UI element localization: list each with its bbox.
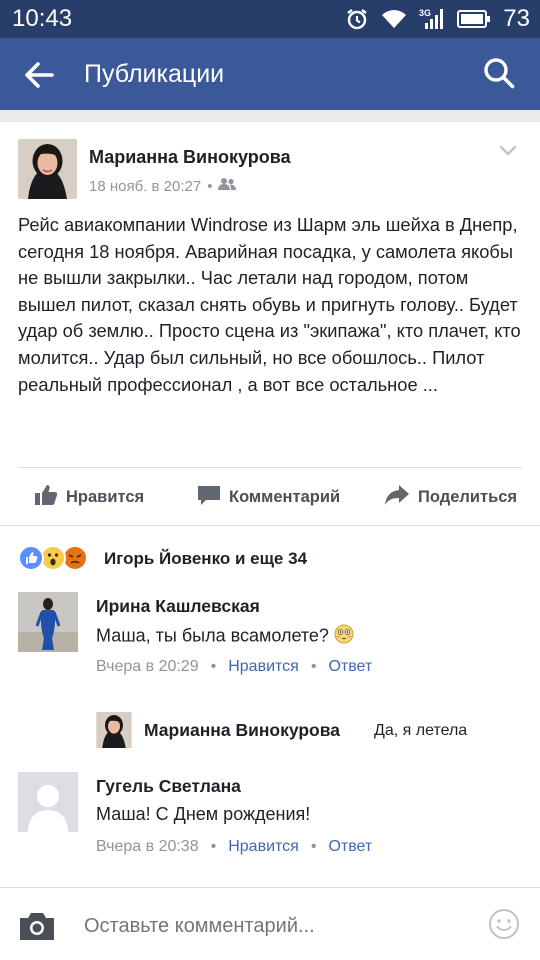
divider (0, 525, 540, 526)
comment-input[interactable] (84, 910, 464, 942)
meta-dot: • (310, 838, 317, 855)
reply-author[interactable]: Марианна Винокурова (144, 720, 340, 741)
chevron-down-icon[interactable] (498, 142, 518, 158)
smiley-icon[interactable] (488, 908, 520, 940)
reactions-names: Игорь Йовенко и еще 34 (104, 549, 308, 568)
commenter-avatar[interactable] (18, 772, 78, 832)
comment-reply-link[interactable]: Ответ (328, 838, 372, 856)
comment-bubble-icon (197, 484, 221, 511)
comment-text-content: Маша, ты была всамолете? (96, 625, 329, 646)
reply-item: Марианна Винокурова Да, я летела (96, 712, 526, 748)
comment-item: Гугель Светлана Маша! С Днем рождения! В… (18, 772, 522, 872)
comment-meta: Вчера в 20:29 • Нравится • Ответ (96, 658, 372, 676)
commenter-avatar[interactable] (18, 592, 78, 652)
divider (18, 467, 522, 468)
author-avatar[interactable] (18, 139, 77, 199)
comment-button[interactable]: Комментарий (197, 477, 340, 517)
commenter-name[interactable]: Гугель Светлана (96, 776, 241, 797)
post-timestamp[interactable]: 18 нояб. в 20:27 (89, 178, 201, 195)
like-reaction-icon (18, 545, 44, 571)
svg-text:3G: 3G (419, 8, 431, 18)
status-time: 10:43 (12, 5, 73, 32)
flushed-emoji-icon (334, 624, 354, 649)
reaction-icons (18, 545, 94, 573)
comment-composer (0, 887, 540, 960)
comment-label: Комментарий (229, 487, 341, 506)
like-label: Нравится (66, 487, 145, 506)
battery-level: 73 (503, 5, 530, 32)
post-author[interactable]: Марианна Винокурова (89, 147, 291, 168)
alarm-icon (345, 7, 369, 31)
comment-reply-link[interactable]: Ответ (328, 658, 372, 676)
comment-time: Вчера в 20:29 (96, 658, 199, 675)
search-icon[interactable] (482, 56, 516, 90)
camera-icon[interactable] (18, 910, 56, 942)
reply-text: Да, я летела (374, 722, 468, 739)
meta-dot: • (210, 658, 217, 675)
wifi-icon (381, 8, 407, 30)
app-bar: Публикации (0, 38, 540, 110)
commenter-name[interactable]: Ирина Кашлевская (96, 596, 260, 617)
comment-like-link[interactable]: Нравится (228, 838, 299, 856)
comment-time: Вчера в 20:38 (96, 838, 199, 855)
reactions-summary[interactable]: Игорь Йовенко и еще 34 (18, 544, 307, 574)
signal-icon: 3G (419, 7, 445, 31)
meta-dot: • (207, 177, 213, 195)
post-actions: Нравится Комментарий Поделиться (0, 477, 540, 517)
share-button[interactable]: Поделиться (384, 477, 517, 517)
comment-meta: Вчера в 20:38 • Нравится • Ответ (96, 838, 372, 856)
thumbs-up-icon (34, 483, 58, 512)
friends-icon (218, 177, 237, 195)
like-button[interactable]: Нравится (34, 477, 144, 517)
comment-text: Маша, ты была всамолете? (96, 624, 354, 649)
comment-like-link[interactable]: Нравится (228, 658, 299, 676)
share-label: Поделиться (418, 487, 518, 506)
reply-avatar[interactable] (96, 712, 132, 748)
share-arrow-icon (384, 484, 410, 511)
post-text: Рейс авиакомпании Windrose из Шарм эль ш… (18, 214, 521, 395)
comment-item: Ирина Кашлевская Маша, ты была всамолете… (18, 592, 522, 692)
comment-text: Маша! С Днем рождения! (96, 804, 311, 824)
post-meta: 18 нояб. в 20:27 • (89, 177, 237, 195)
meta-dot: • (310, 658, 317, 675)
back-arrow-icon[interactable] (22, 58, 56, 92)
post-card: Марианна Винокурова 18 нояб. в 20:27 • Р… (0, 122, 540, 887)
status-bar: 10:43 3G 73 (0, 0, 540, 38)
meta-dot: • (210, 838, 217, 855)
page-title: Публикации (84, 60, 225, 88)
battery-icon (457, 9, 491, 29)
